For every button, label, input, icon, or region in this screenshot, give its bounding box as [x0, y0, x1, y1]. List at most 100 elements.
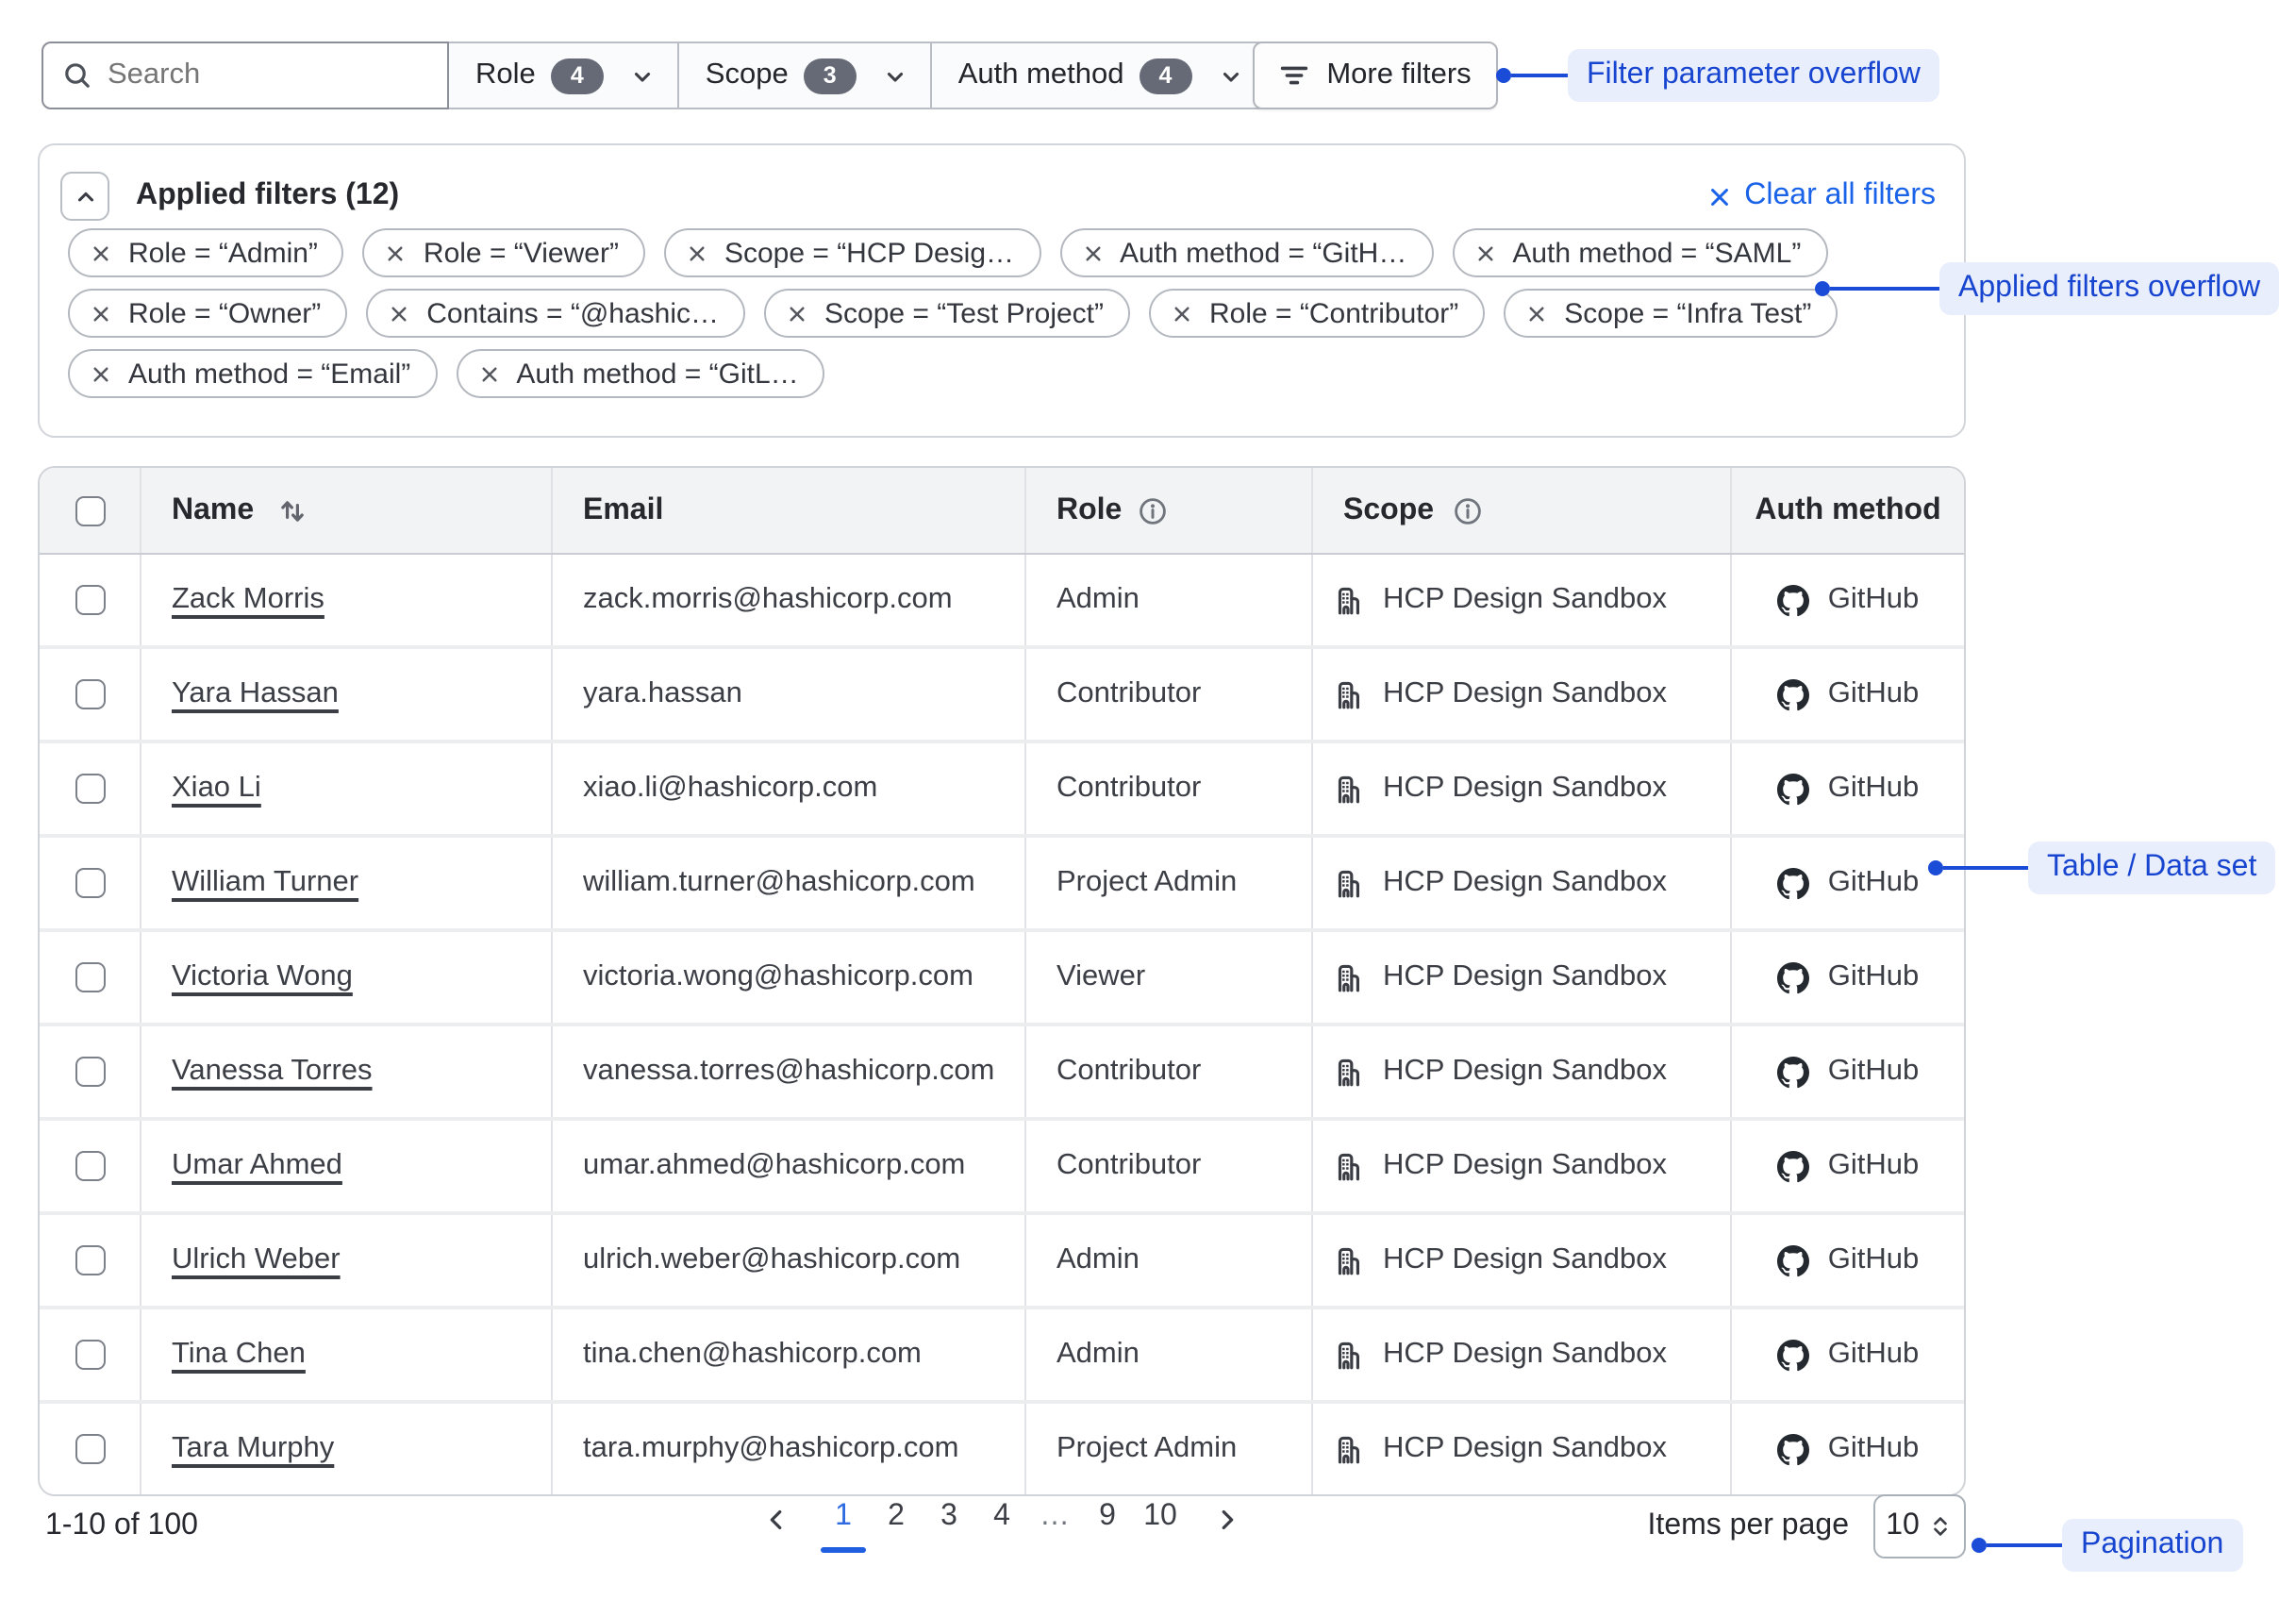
row-checkbox[interactable]: [75, 585, 105, 615]
filter-lines-icon: [1279, 60, 1309, 91]
column-header-name[interactable]: Name: [140, 468, 551, 553]
applied-filter-chip[interactable]: Contains = “@hashic…: [366, 289, 745, 338]
items-per-page-label: Items per page: [1648, 1509, 1849, 1543]
org-building-icon: [1332, 773, 1364, 805]
scope-name: HCP Design Sandbox: [1383, 1338, 1667, 1372]
scope-name: HCP Design Sandbox: [1383, 960, 1667, 994]
applied-filter-chip-label: Scope = “Infra Test”: [1564, 297, 1811, 329]
github-icon: [1777, 1339, 1809, 1371]
org-building-icon: [1332, 1433, 1364, 1465]
github-icon: [1777, 867, 1809, 899]
sort-icon[interactable]: [276, 495, 307, 525]
row-checkbox[interactable]: [75, 868, 105, 898]
applied-filter-chip-label: Role = “Admin”: [128, 237, 318, 269]
select-all-cell: [40, 468, 140, 553]
scope-filter-count-badge: 3: [804, 58, 857, 93]
applied-filter-chip[interactable]: Scope = “Test Project”: [764, 289, 1130, 338]
github-icon: [1777, 1056, 1809, 1088]
row-checkbox[interactable]: [75, 1340, 105, 1370]
row-checkbox[interactable]: [75, 774, 105, 804]
applied-filter-chip[interactable]: Role = “Viewer”: [363, 228, 645, 277]
row-checkbox[interactable]: [75, 962, 105, 992]
scope-name: HCP Design Sandbox: [1383, 677, 1667, 711]
user-name-link[interactable]: Victoria Wong: [172, 960, 353, 994]
email-cell: tara.murphy@hashicorp.com: [551, 1404, 1024, 1494]
pagination-page-4[interactable]: 4: [975, 1494, 1028, 1553]
applied-filter-chip-label: Contains = “@hashic…: [426, 297, 719, 329]
applied-filter-chip[interactable]: Auth method = “GitH…: [1059, 228, 1433, 277]
collapse-panel-button[interactable]: [60, 172, 109, 221]
user-name-link[interactable]: Tina Chen: [172, 1338, 306, 1372]
info-icon[interactable]: [1453, 495, 1483, 525]
scope-filter-dropdown[interactable]: Scope 3: [679, 42, 932, 109]
row-checkbox[interactable]: [75, 1245, 105, 1275]
applied-filters-title: Applied filters (12): [136, 179, 399, 213]
previous-page-button[interactable]: [747, 1494, 806, 1545]
auth-method-name: GitHub: [1828, 1432, 1920, 1466]
remove-filter-icon[interactable]: [386, 242, 407, 263]
role-filter-dropdown[interactable]: Role 4: [449, 42, 679, 109]
filter-bar: Role 4 Scope 3 Auth method 4: [42, 42, 1268, 109]
annotation-label: Applied filters overflow: [1939, 262, 2279, 315]
search-input[interactable]: [108, 58, 409, 92]
clear-all-filters-link[interactable]: Clear all filters: [1706, 179, 1936, 213]
remove-filter-icon[interactable]: [687, 242, 707, 263]
table-row: William Turner william.turner@hashicorp.…: [40, 834, 1964, 928]
applied-filter-chip[interactable]: Auth method = “GitL…: [456, 349, 824, 398]
scope-cell: HCP Design Sandbox: [1311, 1309, 1730, 1400]
email-cell: ulrich.weber@hashicorp.com: [551, 1215, 1024, 1306]
pagination-page-1[interactable]: 1: [817, 1494, 870, 1553]
row-checkbox[interactable]: [75, 1434, 105, 1464]
name-cell: Tina Chen: [140, 1309, 551, 1400]
applied-filter-chip[interactable]: Role = “Admin”: [68, 228, 344, 277]
remove-filter-icon[interactable]: [478, 363, 499, 384]
pagination-page-3[interactable]: 3: [923, 1494, 975, 1553]
applied-filter-chip[interactable]: Auth method = “SAML”: [1452, 228, 1827, 277]
applied-filter-chip[interactable]: Scope = “Infra Test”: [1504, 289, 1838, 338]
remove-filter-icon[interactable]: [1082, 242, 1103, 263]
user-name-link[interactable]: Ulrich Weber: [172, 1243, 341, 1277]
user-name-link[interactable]: Vanessa Torres: [172, 1055, 373, 1089]
auth-method-cell: GitHub: [1730, 1404, 1964, 1494]
remove-filter-icon[interactable]: [91, 303, 111, 324]
applied-filter-chip-label: Scope = “HCP Desig…: [724, 237, 1014, 269]
select-caret-icon: [1929, 1513, 1954, 1540]
remove-filter-icon[interactable]: [389, 303, 409, 324]
remove-filter-icon[interactable]: [91, 363, 111, 384]
more-filters-button[interactable]: More filters: [1253, 42, 1498, 109]
annotation-label: Pagination: [2062, 1519, 2242, 1572]
annotation-line: [1987, 1543, 2062, 1547]
remove-filter-icon[interactable]: [1172, 303, 1192, 324]
applied-filter-chip[interactable]: Scope = “HCP Desig…: [664, 228, 1040, 277]
role-filter-count-badge: 4: [551, 58, 604, 93]
user-name-link[interactable]: Tara Murphy: [172, 1432, 334, 1466]
row-checkbox[interactable]: [75, 1151, 105, 1181]
row-checkbox[interactable]: [75, 1057, 105, 1087]
remove-filter-icon[interactable]: [91, 242, 111, 263]
items-per-page-select[interactable]: 10: [1873, 1494, 1966, 1558]
row-checkbox[interactable]: [75, 679, 105, 709]
auth-method-filter-dropdown[interactable]: Auth method 4: [932, 42, 1268, 109]
pagination-page-10[interactable]: 10: [1134, 1494, 1187, 1553]
applied-filter-chip[interactable]: Role = “Contributor”: [1149, 289, 1485, 338]
user-name-link[interactable]: Xiao Li: [172, 772, 261, 806]
page-list: 1234…910: [817, 1494, 1187, 1553]
remove-filter-icon[interactable]: [787, 303, 807, 324]
pagination-page-2[interactable]: 2: [870, 1494, 923, 1553]
user-name-link[interactable]: Zack Morris: [172, 583, 324, 617]
user-name-link[interactable]: William Turner: [172, 866, 358, 900]
pagination-page-9[interactable]: 9: [1081, 1494, 1134, 1553]
remove-filter-icon[interactable]: [1526, 303, 1547, 324]
role-cell: Contributor: [1024, 743, 1311, 834]
info-icon[interactable]: [1137, 495, 1167, 525]
search-input-wrapper[interactable]: [42, 42, 449, 109]
next-page-button[interactable]: [1198, 1494, 1256, 1545]
applied-filter-chip[interactable]: Auth method = “Email”: [68, 349, 437, 398]
applied-filter-chip[interactable]: Role = “Owner”: [68, 289, 347, 338]
scope-name: HCP Design Sandbox: [1383, 1243, 1667, 1277]
select-all-checkbox[interactable]: [75, 495, 105, 525]
user-name-link[interactable]: Umar Ahmed: [172, 1149, 342, 1183]
user-name-link[interactable]: Yara Hassan: [172, 677, 339, 711]
annotation-line: [1943, 866, 2028, 870]
remove-filter-icon[interactable]: [1474, 242, 1495, 263]
